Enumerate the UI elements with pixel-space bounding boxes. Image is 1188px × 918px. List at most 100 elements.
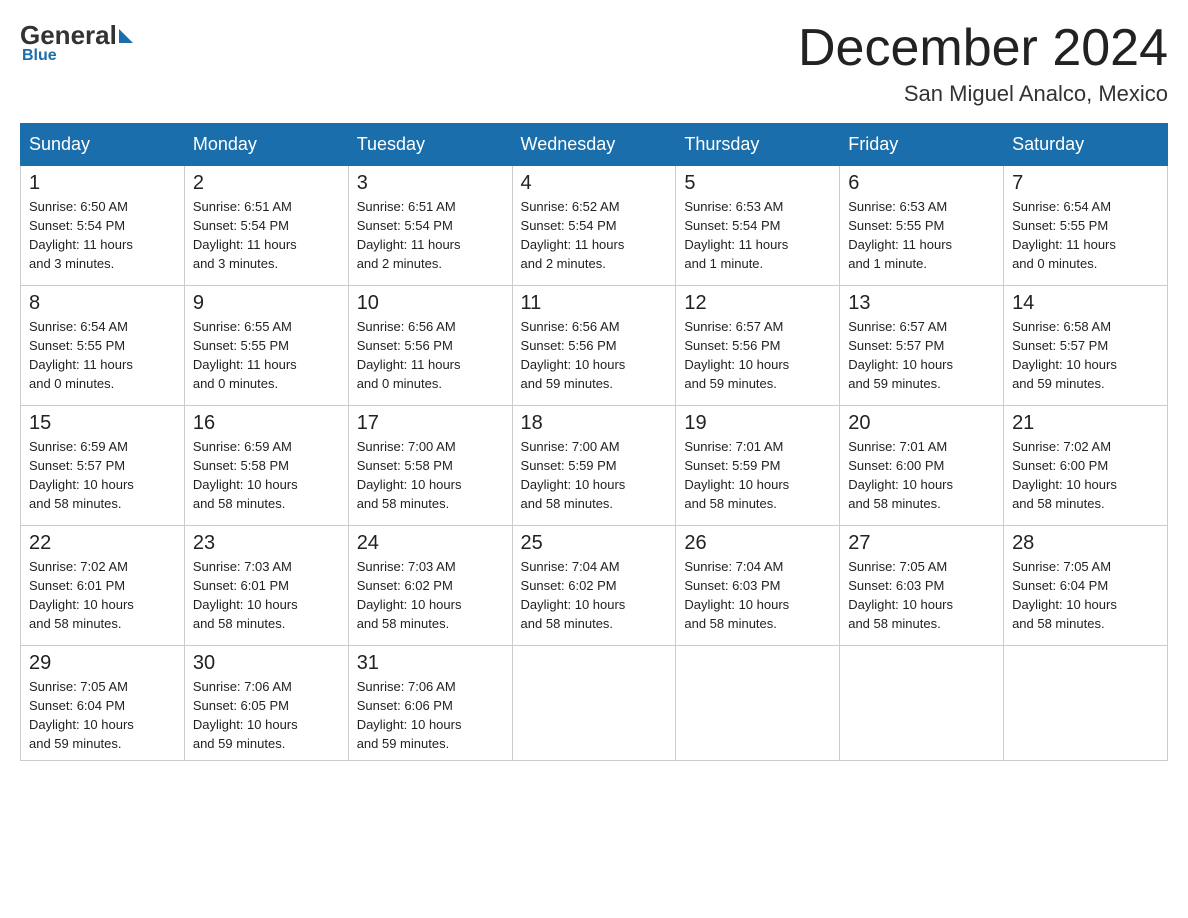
- day-number: 16: [193, 412, 340, 435]
- logo-blue-text: Blue: [20, 47, 57, 65]
- day-number: 22: [29, 532, 176, 555]
- calendar-cell: 13Sunrise: 6:57 AMSunset: 5:57 PMDayligh…: [840, 286, 1004, 406]
- week-row-3: 15Sunrise: 6:59 AMSunset: 5:57 PMDayligh…: [21, 406, 1168, 526]
- calendar-cell: [840, 646, 1004, 760]
- day-number: 5: [684, 172, 831, 195]
- calendar-cell: 3Sunrise: 6:51 AMSunset: 5:54 PMDaylight…: [348, 166, 512, 286]
- day-number: 29: [29, 652, 176, 675]
- day-info: Sunrise: 7:05 AMSunset: 6:04 PMDaylight:…: [1012, 558, 1159, 633]
- header-wednesday: Wednesday: [512, 124, 676, 166]
- day-info: Sunrise: 6:52 AMSunset: 5:54 PMDaylight:…: [521, 198, 668, 273]
- calendar-cell: 11Sunrise: 6:56 AMSunset: 5:56 PMDayligh…: [512, 286, 676, 406]
- calendar-cell: 30 Sunrise: 7:06 AMSunset: 6:05 PMDayligh…: [184, 646, 348, 760]
- day-info: Sunrise: 7:04 AMSunset: 6:03 PMDaylight:…: [684, 558, 831, 633]
- calendar-cell: 18 Sunrise: 7:00 AMSunset: 5:59 PMDayligh…: [512, 406, 676, 526]
- calendar-cell: 8Sunrise: 6:54 AMSunset: 5:55 PMDaylight…: [21, 286, 185, 406]
- calendar-cell: 2Sunrise: 6:51 AMSunset: 5:54 PMDaylight…: [184, 166, 348, 286]
- day-info: Sunrise: 6:54 AMSunset: 5:55 PMDaylight:…: [1012, 198, 1159, 273]
- day-number: 9: [193, 292, 340, 315]
- header-tuesday: Tuesday: [348, 124, 512, 166]
- day-info: Sunrise: 7:06 AMSunset: 6:05 PMDaylight:…: [193, 678, 340, 753]
- calendar-cell: 31 Sunrise: 7:06 AMSunset: 6:06 PMDayligh…: [348, 646, 512, 760]
- day-number: 18: [521, 412, 668, 435]
- logo-arrow-icon: [119, 29, 133, 43]
- day-info: Sunrise: 6:57 AMSunset: 5:56 PMDaylight:…: [684, 318, 831, 393]
- header-friday: Friday: [840, 124, 1004, 166]
- location: San Miguel Analco, Mexico: [798, 81, 1168, 107]
- calendar-cell: 21Sunrise: 7:02 AMSunset: 6:00 PMDayligh…: [1004, 406, 1168, 526]
- calendar-cell: 22Sunrise: 7:02 AMSunset: 6:01 PMDayligh…: [21, 526, 185, 646]
- logo: General Blue: [20, 20, 135, 65]
- calendar-cell: 26Sunrise: 7:04 AMSunset: 6:03 PMDayligh…: [676, 526, 840, 646]
- day-info: Sunrise: 7:06 AMSunset: 6:06 PMDaylight:…: [357, 678, 504, 753]
- header-thursday: Thursday: [676, 124, 840, 166]
- week-row-1: 1 Sunrise: 6:50 AMSunset: 5:54 PMDaylight…: [21, 166, 1168, 286]
- day-number: 1: [29, 172, 176, 195]
- day-number: 30: [193, 652, 340, 675]
- day-info: Sunrise: 6:55 AMSunset: 5:55 PMDaylight:…: [193, 318, 340, 393]
- day-number: 10: [357, 292, 504, 315]
- calendar-cell: 29 Sunrise: 7:05 AMSunset: 6:04 PMDayligh…: [21, 646, 185, 760]
- day-number: 25: [521, 532, 668, 555]
- day-number: 17: [357, 412, 504, 435]
- calendar-cell: 27 Sunrise: 7:05 AMSunset: 6:03 PMDayligh…: [840, 526, 1004, 646]
- day-info: Sunrise: 7:05 AMSunset: 6:03 PMDaylight:…: [848, 558, 995, 633]
- day-info: Sunrise: 7:00 AMSunset: 5:59 PMDaylight:…: [521, 438, 668, 513]
- day-info: Sunrise: 6:59 AMSunset: 5:58 PMDaylight:…: [193, 438, 340, 513]
- day-info: Sunrise: 7:00 AMSunset: 5:58 PMDaylight:…: [357, 438, 504, 513]
- calendar-cell: 15Sunrise: 6:59 AMSunset: 5:57 PMDayligh…: [21, 406, 185, 526]
- day-number: 19: [684, 412, 831, 435]
- header-monday: Monday: [184, 124, 348, 166]
- title-block: December 2024 San Miguel Analco, Mexico: [798, 20, 1168, 107]
- day-number: 24: [357, 532, 504, 555]
- day-info: Sunrise: 6:51 AMSunset: 5:54 PMDaylight:…: [357, 198, 504, 273]
- calendar-cell: 16 Sunrise: 6:59 AMSunset: 5:58 PMDayligh…: [184, 406, 348, 526]
- month-title: December 2024: [798, 20, 1168, 77]
- day-info: Sunrise: 6:56 AMSunset: 5:56 PMDaylight:…: [357, 318, 504, 393]
- calendar-cell: 9 Sunrise: 6:55 AMSunset: 5:55 PMDaylight…: [184, 286, 348, 406]
- header-row: Sunday Monday Tuesday Wednesday Thursday…: [21, 124, 1168, 166]
- header-sunday: Sunday: [21, 124, 185, 166]
- day-number: 7: [1012, 172, 1159, 195]
- day-number: 27: [848, 532, 995, 555]
- calendar-cell: 6Sunrise: 6:53 AMSunset: 5:55 PMDaylight…: [840, 166, 1004, 286]
- calendar-cell: 12 Sunrise: 6:57 AMSunset: 5:56 PMDayligh…: [676, 286, 840, 406]
- day-number: 28: [1012, 532, 1159, 555]
- day-number: 4: [521, 172, 668, 195]
- day-number: 20: [848, 412, 995, 435]
- calendar-cell: 1 Sunrise: 6:50 AMSunset: 5:54 PMDaylight…: [21, 166, 185, 286]
- day-number: 31: [357, 652, 504, 675]
- day-number: 12: [684, 292, 831, 315]
- day-info: Sunrise: 7:02 AMSunset: 6:00 PMDaylight:…: [1012, 438, 1159, 513]
- day-number: 14: [1012, 292, 1159, 315]
- day-info: Sunrise: 6:58 AMSunset: 5:57 PMDaylight:…: [1012, 318, 1159, 393]
- day-number: 6: [848, 172, 995, 195]
- calendar-cell: 17 Sunrise: 7:00 AMSunset: 5:58 PMDayligh…: [348, 406, 512, 526]
- day-info: Sunrise: 7:03 AMSunset: 6:02 PMDaylight:…: [357, 558, 504, 633]
- day-info: Sunrise: 6:50 AMSunset: 5:54 PMDaylight:…: [29, 198, 176, 273]
- day-info: Sunrise: 7:03 AMSunset: 6:01 PMDaylight:…: [193, 558, 340, 633]
- day-info: Sunrise: 7:01 AMSunset: 5:59 PMDaylight:…: [684, 438, 831, 513]
- day-number: 23: [193, 532, 340, 555]
- calendar-cell: 14 Sunrise: 6:58 AMSunset: 5:57 PMDayligh…: [1004, 286, 1168, 406]
- calendar-cell: 5 Sunrise: 6:53 AMSunset: 5:54 PMDaylight…: [676, 166, 840, 286]
- day-number: 2: [193, 172, 340, 195]
- day-info: Sunrise: 6:56 AMSunset: 5:56 PMDaylight:…: [521, 318, 668, 393]
- calendar-cell: 4 Sunrise: 6:52 AMSunset: 5:54 PMDaylight…: [512, 166, 676, 286]
- calendar-cell: 25 Sunrise: 7:04 AMSunset: 6:02 PMDayligh…: [512, 526, 676, 646]
- day-info: Sunrise: 6:53 AMSunset: 5:54 PMDaylight:…: [684, 198, 831, 273]
- week-row-2: 8Sunrise: 6:54 AMSunset: 5:55 PMDaylight…: [21, 286, 1168, 406]
- calendar-cell: [676, 646, 840, 760]
- calendar-cell: 24 Sunrise: 7:03 AMSunset: 6:02 PMDayligh…: [348, 526, 512, 646]
- calendar-cell: [512, 646, 676, 760]
- week-row-4: 22Sunrise: 7:02 AMSunset: 6:01 PMDayligh…: [21, 526, 1168, 646]
- day-info: Sunrise: 7:05 AMSunset: 6:04 PMDaylight:…: [29, 678, 176, 753]
- day-number: 13: [848, 292, 995, 315]
- calendar-cell: 7 Sunrise: 6:54 AMSunset: 5:55 PMDaylight…: [1004, 166, 1168, 286]
- page-header: General Blue December 2024 San Miguel An…: [20, 20, 1168, 107]
- week-row-5: 29 Sunrise: 7:05 AMSunset: 6:04 PMDayligh…: [21, 646, 1168, 760]
- day-number: 15: [29, 412, 176, 435]
- day-info: Sunrise: 7:04 AMSunset: 6:02 PMDaylight:…: [521, 558, 668, 633]
- calendar-cell: [1004, 646, 1168, 760]
- calendar-cell: 20Sunrise: 7:01 AMSunset: 6:00 PMDayligh…: [840, 406, 1004, 526]
